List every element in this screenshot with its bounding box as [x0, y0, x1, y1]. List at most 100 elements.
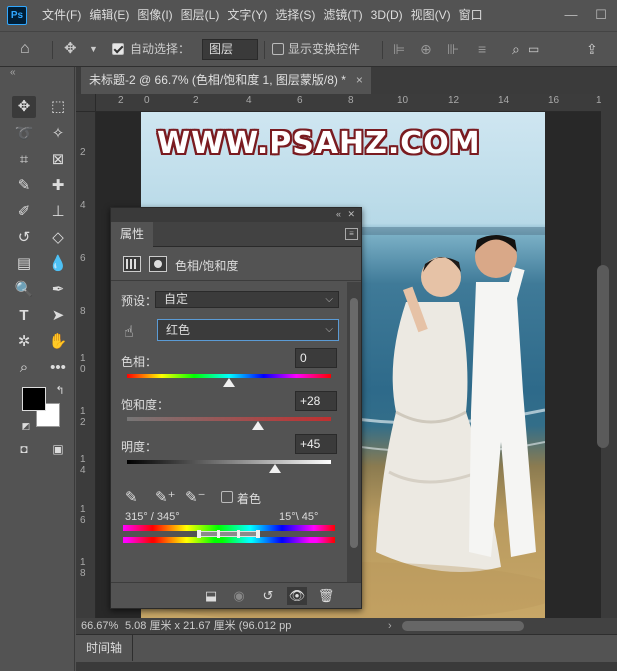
- zoom-level[interactable]: 66.67%: [81, 618, 118, 634]
- colorize-checkbox[interactable]: [221, 490, 233, 504]
- menu-filter[interactable]: 滤镜(T): [319, 0, 366, 31]
- view-previous-icon[interactable]: ◉: [229, 587, 249, 605]
- default-colors-icon[interactable]: ◩: [14, 415, 38, 437]
- move-tool-icon[interactable]: ✥: [64, 32, 77, 66]
- channel-value: 红色: [166, 323, 191, 337]
- blur-tool-icon[interactable]: 💧: [46, 253, 70, 275]
- document-tab[interactable]: 未标题-2 @ 66.7% (色相/饱和度 1, 图层蒙版/8) * ×: [81, 67, 371, 94]
- frame-tool-icon[interactable]: ⊠: [46, 149, 70, 171]
- clip-to-layer-icon[interactable]: ⬓: [201, 587, 221, 605]
- show-transform-checkbox[interactable]: [272, 32, 284, 66]
- menu-select[interactable]: 选择(S): [271, 0, 319, 31]
- vertical-scrollbar-thumb[interactable]: [597, 265, 609, 448]
- menu-file[interactable]: 文件(F): [38, 0, 85, 31]
- history-brush-icon[interactable]: ↺: [12, 227, 36, 249]
- magic-wand-icon[interactable]: ✧: [46, 123, 70, 145]
- zoom-tool-icon[interactable]: ⌕: [12, 357, 36, 379]
- lasso-tool-icon[interactable]: ➰: [12, 123, 36, 145]
- type-tool-icon[interactable]: T: [12, 305, 36, 327]
- range-handle-inner-left[interactable]: [217, 530, 220, 538]
- menu-layer[interactable]: 图层(L): [177, 0, 224, 31]
- lightness-slider-thumb[interactable]: [268, 464, 281, 473]
- hue-slider-thumb[interactable]: [223, 378, 235, 387]
- close-icon[interactable]: ×: [356, 73, 363, 87]
- menu-view[interactable]: 视图(V): [407, 0, 455, 31]
- eyedropper-icon[interactable]: ✎: [125, 488, 138, 506]
- pen-tool-icon[interactable]: ✒: [46, 279, 70, 301]
- screen-mode-icon[interactable]: ▣: [46, 438, 70, 460]
- channel-dropdown[interactable]: 红色 ⌵: [157, 319, 339, 341]
- maximize-button[interactable]: ☐: [586, 0, 616, 31]
- range-handle-left[interactable]: [197, 530, 201, 538]
- properties-body: 预设： 自定 ⌵ ☝ 红色 ⌵ 色相： 0 饱和度： +28 明度： +45 ✎: [111, 282, 347, 582]
- range-handle-right[interactable]: [256, 530, 260, 538]
- path-select-icon[interactable]: ➤: [46, 305, 70, 327]
- reset-icon[interactable]: ↺: [258, 587, 278, 605]
- eyedropper-plus-icon[interactable]: ✎⁺: [155, 488, 176, 506]
- quick-mask-icon[interactable]: ◘: [12, 438, 36, 460]
- delete-icon[interactable]: 🗑: [316, 587, 336, 605]
- align-center-icon[interactable]: ⊕: [420, 32, 432, 66]
- properties-panel: « ✕ 属性 ≡ 色相/饱和度 预设： 自定 ⌵ ☝ 红色 ⌵ 色相： 0 饱和…: [110, 207, 362, 609]
- stamp-tool-icon[interactable]: ⊥: [46, 201, 70, 223]
- brush-tool-icon[interactable]: ✐: [12, 201, 36, 223]
- menu-window[interactable]: 窗口: [455, 0, 487, 31]
- eyedropper-minus-icon[interactable]: ✎⁻: [185, 488, 206, 506]
- range-handle-inner-right[interactable]: [237, 530, 240, 538]
- collapse-icon[interactable]: «: [336, 209, 341, 219]
- menu-type[interactable]: 文字(Y): [223, 0, 271, 31]
- collapse-icon[interactable]: «: [10, 67, 16, 78]
- tab-properties[interactable]: 属性: [111, 222, 154, 247]
- preset-dropdown[interactable]: 自定 ⌵: [155, 291, 339, 308]
- adjustment-title: 色相/饱和度: [175, 259, 239, 273]
- shape-tool-icon[interactable]: ✲: [12, 331, 36, 353]
- visibility-eye-icon[interactable]: 👁: [287, 587, 307, 605]
- move-tool-icon[interactable]: ✥: [12, 96, 36, 118]
- align-left-icon[interactable]: ⊫: [393, 32, 405, 66]
- menu-edit[interactable]: 编辑(E): [85, 0, 133, 31]
- swap-colors-icon[interactable]: ↰: [48, 380, 72, 402]
- eraser-tool-icon[interactable]: ◇: [46, 227, 70, 249]
- mask-icon[interactable]: [149, 256, 167, 272]
- panel-scrollbar-thumb[interactable]: [350, 298, 358, 548]
- dodge-tool-icon[interactable]: 🔍: [12, 279, 36, 301]
- horizontal-scrollbar-thumb[interactable]: [402, 621, 524, 631]
- auto-select-dropdown[interactable]: 图层: [202, 39, 258, 60]
- ruler-vertical: 2 4 6 8 1 0 1 2 1 4 1 6 1 8: [76, 112, 96, 618]
- saturation-slider-thumb[interactable]: [251, 421, 264, 430]
- saturation-slider-track[interactable]: [127, 417, 331, 421]
- healing-brush-icon[interactable]: ✚: [46, 175, 70, 197]
- panel-menu-icon[interactable]: ≡: [345, 228, 358, 240]
- align-right-icon[interactable]: ⊪: [447, 32, 459, 66]
- eyedropper-tool-icon[interactable]: ✎: [12, 175, 36, 197]
- auto-select-checkbox[interactable]: [112, 32, 124, 66]
- distribute-icon[interactable]: ≡: [478, 32, 486, 66]
- menu-image[interactable]: 图像(I): [133, 0, 176, 31]
- chevron-right-icon[interactable]: ›: [388, 618, 392, 634]
- lightness-slider-track[interactable]: [127, 460, 331, 464]
- range-selector[interactable]: [199, 531, 257, 537]
- marquee-tool-icon[interactable]: ⬚: [46, 96, 70, 118]
- workspace-icon[interactable]: ▭: [528, 32, 539, 66]
- timeline-tab[interactable]: 时间轴: [76, 635, 134, 661]
- range-right-label: 15°\ 45°: [279, 511, 319, 523]
- chevron-down-icon[interactable]: ▼: [89, 32, 98, 66]
- hand-tool-icon[interactable]: ✋: [46, 331, 70, 353]
- adjustment-icon[interactable]: [123, 256, 141, 272]
- chevron-down-icon: ⌵: [325, 294, 333, 305]
- hue-input[interactable]: 0: [295, 348, 337, 368]
- lightness-input[interactable]: +45: [295, 434, 337, 454]
- menu-3d[interactable]: 3D(D): [367, 0, 407, 31]
- crop-tool-icon[interactable]: ⌗: [12, 149, 36, 171]
- foreground-color-swatch[interactable]: [22, 387, 46, 411]
- targeted-adjustment-hand-icon[interactable]: ☝: [124, 322, 134, 342]
- close-icon[interactable]: ✕: [347, 209, 355, 220]
- home-icon[interactable]: ⌂: [20, 32, 30, 66]
- share-icon[interactable]: ⇪: [586, 32, 598, 66]
- panel-title-bar[interactable]: « ✕: [111, 208, 361, 222]
- more-tools-icon[interactable]: •••: [46, 357, 70, 379]
- saturation-input[interactable]: +28: [295, 391, 337, 411]
- search-icon[interactable]: ⌕: [512, 32, 520, 66]
- gradient-tool-icon[interactable]: ▤: [12, 253, 36, 275]
- minimize-button[interactable]: —: [556, 0, 586, 31]
